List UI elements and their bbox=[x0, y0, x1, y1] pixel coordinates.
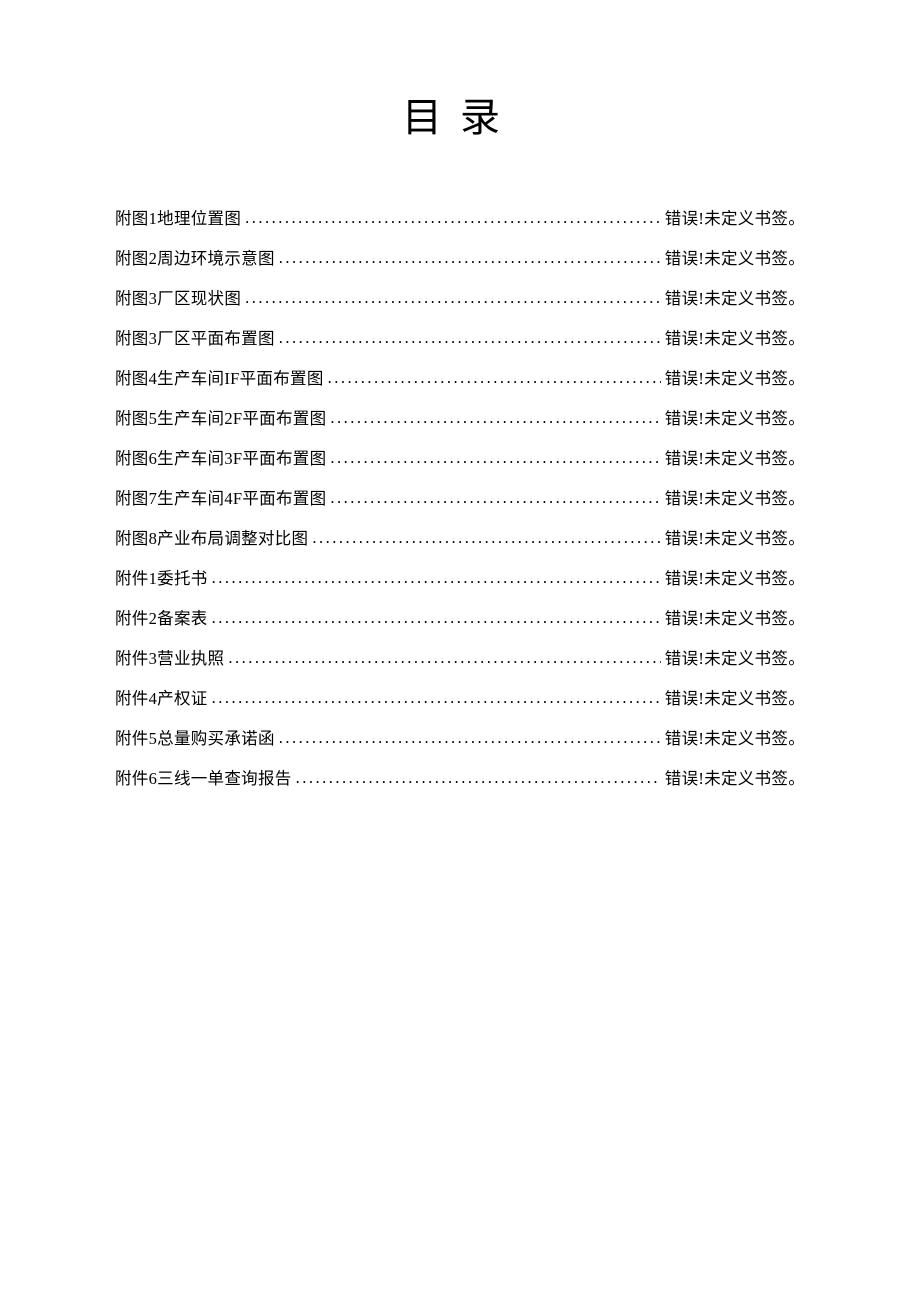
toc-leader-dots bbox=[328, 370, 661, 387]
toc-entry-page: 错误!未定义书签。 bbox=[665, 251, 805, 268]
toc-entry-page: 错误!未定义书签。 bbox=[665, 771, 805, 788]
toc-entry-label: 附件1委托书 bbox=[115, 571, 208, 588]
toc-entry: 附图2周边环境示意图 错误!未定义书签。 bbox=[115, 251, 805, 268]
toc-entry-page: 错误!未定义书签。 bbox=[665, 531, 805, 548]
toc-entry: 附图3厂区现状图 错误!未定义书签。 bbox=[115, 291, 805, 308]
toc-leader-dots bbox=[245, 290, 661, 307]
toc-entry: 附图1地理位置图 错误!未定义书签。 bbox=[115, 211, 805, 228]
toc-entry-label: 附图3厂区现状图 bbox=[115, 291, 241, 308]
toc-leader-dots bbox=[330, 490, 660, 507]
toc-entry: 附图4生产车间IF平面布置图 错误!未定义书签。 bbox=[115, 371, 805, 388]
toc-entry: 附件2备案表 错误!未定义书签。 bbox=[115, 611, 805, 628]
toc-entry-page: 错误!未定义书签。 bbox=[665, 451, 805, 468]
toc-leader-dots bbox=[312, 530, 660, 547]
toc-entry-label: 附件2备案表 bbox=[115, 611, 208, 628]
toc-title: 目录 bbox=[115, 85, 805, 143]
toc-entry-page: 错误!未定义书签。 bbox=[665, 371, 805, 388]
toc-entry-page: 错误!未定义书签。 bbox=[665, 331, 805, 348]
toc-entry-label: 附件3营业执照 bbox=[115, 651, 224, 668]
toc-entry: 附图3厂区平面布置图 错误!未定义书签。 bbox=[115, 331, 805, 348]
toc-entry: 附图5生产车间2F平面布置图 错误!未定义书签。 bbox=[115, 411, 805, 428]
toc-leader-dots bbox=[228, 650, 660, 667]
toc-leader-dots bbox=[279, 730, 661, 747]
toc-entry-label: 附图1地理位置图 bbox=[115, 211, 241, 228]
toc-entry: 附图8产业布局调整对比图 错误!未定义书签。 bbox=[115, 531, 805, 548]
toc-leader-dots bbox=[279, 330, 661, 347]
toc-leader-dots bbox=[279, 250, 661, 267]
toc-entry-label: 附件6三线一单查询报告 bbox=[115, 771, 292, 788]
toc-leader-dots bbox=[330, 450, 660, 467]
toc-entry: 附件3营业执照 错误!未定义书签。 bbox=[115, 651, 805, 668]
toc-entry-label: 附图5生产车间2F平面布置图 bbox=[115, 411, 326, 428]
toc-leader-dots bbox=[296, 770, 661, 787]
toc-entry-page: 错误!未定义书签。 bbox=[665, 731, 805, 748]
toc-entry-page: 错误!未定义书签。 bbox=[665, 691, 805, 708]
toc-entry-label: 附图3厂区平面布置图 bbox=[115, 331, 275, 348]
toc-entry: 附件4产权证 错误!未定义书签。 bbox=[115, 691, 805, 708]
toc-entry-page: 错误!未定义书签。 bbox=[665, 411, 805, 428]
toc-entry: 附件6三线一单查询报告 错误!未定义书签。 bbox=[115, 771, 805, 788]
toc-entry-label: 附图6生产车间3F平面布置图 bbox=[115, 451, 326, 468]
toc-leader-dots bbox=[212, 690, 661, 707]
toc-entry-page: 错误!未定义书签。 bbox=[665, 211, 805, 228]
toc-list: 附图1地理位置图 错误!未定义书签。 附图2周边环境示意图 错误!未定义书签。 … bbox=[115, 211, 805, 788]
toc-leader-dots bbox=[245, 210, 661, 227]
toc-entry: 附图6生产车间3F平面布置图 错误!未定义书签。 bbox=[115, 451, 805, 468]
toc-entry-label: 附件5总量购买承诺函 bbox=[115, 731, 275, 748]
toc-entry: 附图7生产车间4F平面布置图 错误!未定义书签。 bbox=[115, 491, 805, 508]
toc-entry-label: 附图4生产车间IF平面布置图 bbox=[115, 371, 324, 388]
toc-entry-page: 错误!未定义书签。 bbox=[665, 291, 805, 308]
toc-entry: 附件1委托书 错误!未定义书签。 bbox=[115, 571, 805, 588]
toc-entry-page: 错误!未定义书签。 bbox=[665, 571, 805, 588]
toc-entry-page: 错误!未定义书签。 bbox=[665, 611, 805, 628]
toc-entry-label: 附图2周边环境示意图 bbox=[115, 251, 275, 268]
toc-entry-label: 附图8产业布局调整对比图 bbox=[115, 531, 308, 548]
toc-entry-label: 附件4产权证 bbox=[115, 691, 208, 708]
toc-entry-page: 错误!未定义书签。 bbox=[665, 491, 805, 508]
toc-leader-dots bbox=[212, 610, 661, 627]
toc-entry-page: 错误!未定义书签。 bbox=[665, 651, 805, 668]
toc-leader-dots bbox=[330, 410, 660, 427]
toc-leader-dots bbox=[212, 570, 661, 587]
toc-entry-label: 附图7生产车间4F平面布置图 bbox=[115, 491, 326, 508]
toc-entry: 附件5总量购买承诺函 错误!未定义书签。 bbox=[115, 731, 805, 748]
